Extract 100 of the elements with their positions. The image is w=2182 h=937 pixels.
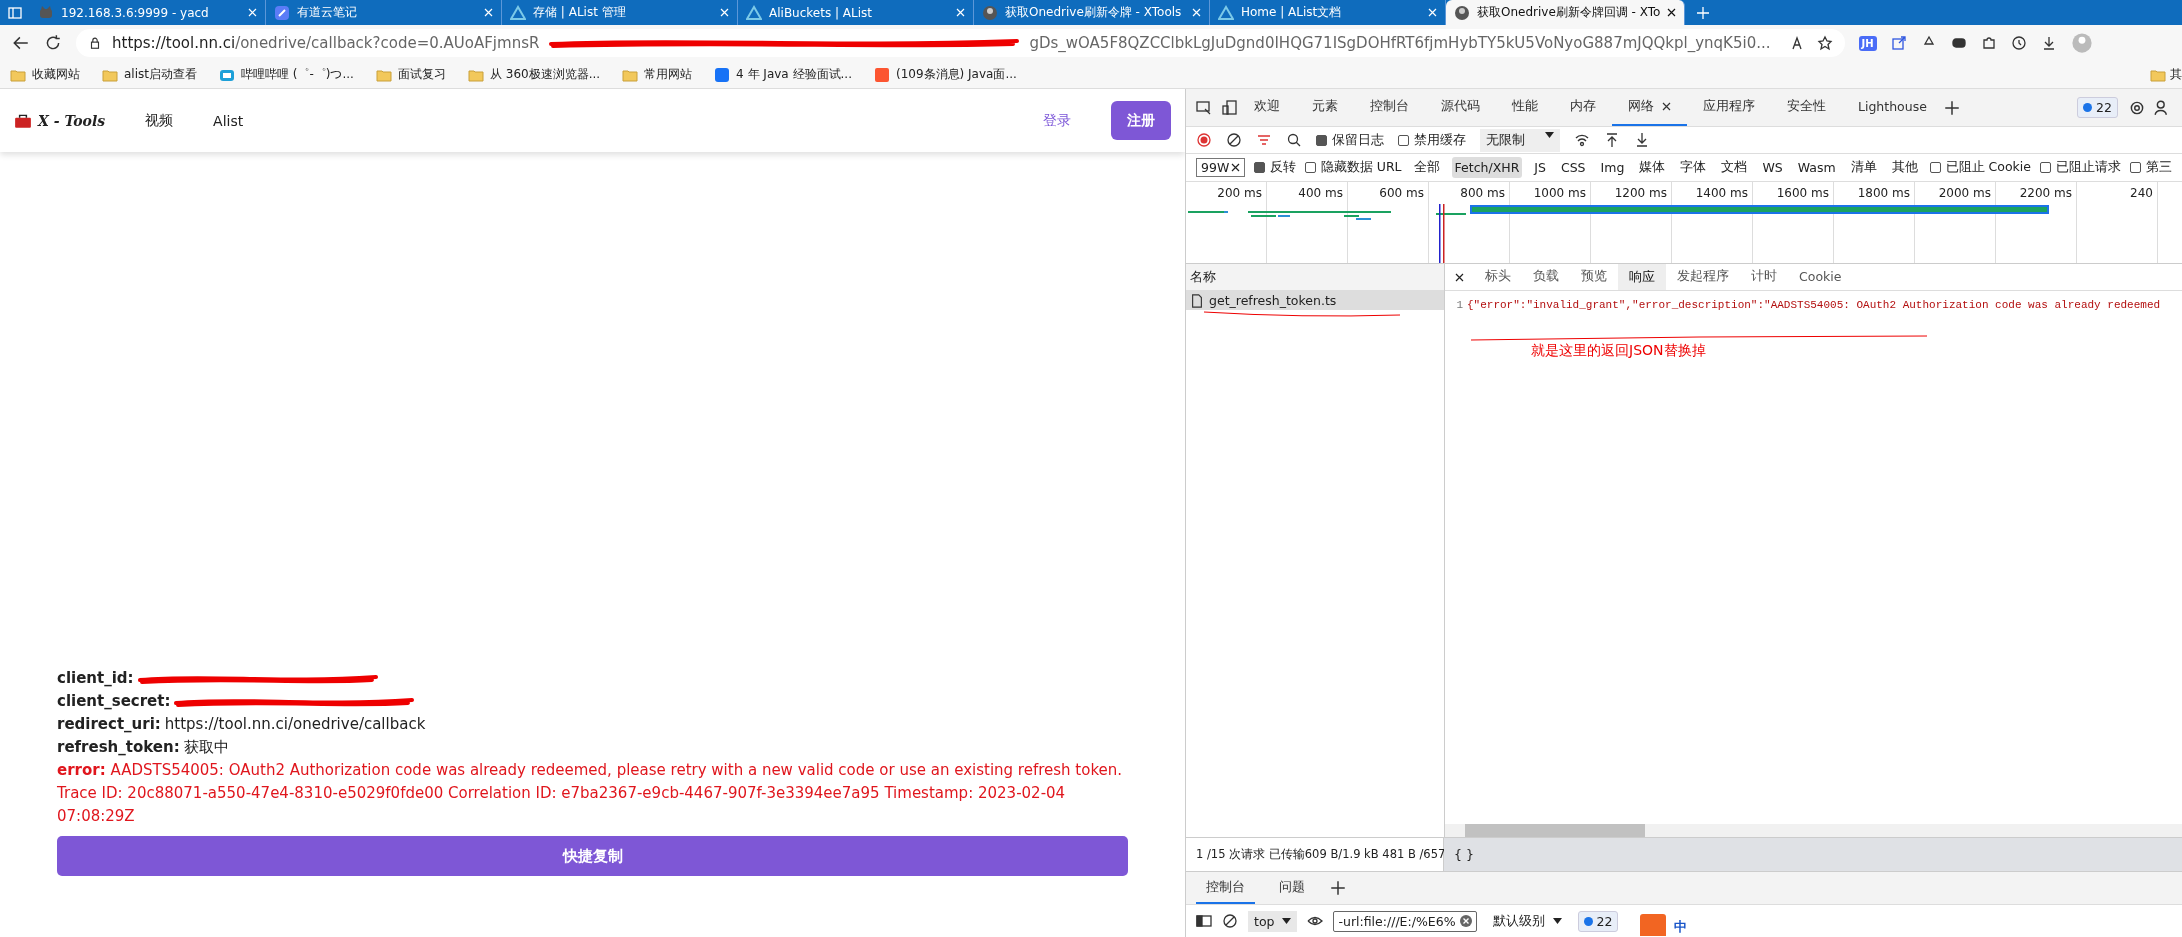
devtools-tab[interactable]: 欢迎 — [1238, 89, 1296, 126]
address-field[interactable]: https://tool.nn.ci/onedrive/callback?code=0.AUoAFjmnsR gDs_wOA5F8QZCClbkLgJuDgnd0IHQG71ISgDOHfRT6fjmHybTY5kU5VoNyoG887mJQQkpl_ynqK5i0... — [76, 29, 1845, 57]
throttle-dropdown[interactable]: 无限制 — [1480, 128, 1560, 152]
avatar-icon — [1454, 4, 1470, 21]
checkbox[interactable]: 第三 — [2130, 159, 2172, 176]
checkbox[interactable]: 已阻止请求 — [2040, 159, 2121, 176]
type-filter[interactable]: 其他 — [1888, 156, 1921, 179]
devtools-tab[interactable]: 应用程序 — [1687, 89, 1771, 126]
bookmark[interactable]: 其 — [2150, 66, 2182, 83]
copy-button[interactable]: 快捷复制 — [57, 836, 1128, 876]
checkbox[interactable]: 隐藏数据 URL — [1304, 159, 1402, 176]
bookmark[interactable]: 面试复习 — [375, 66, 446, 83]
clear-icon[interactable] — [1459, 915, 1472, 927]
logo[interactable]: X - Tools — [14, 111, 106, 130]
type-filter[interactable]: 清单 — [1847, 156, 1880, 179]
scrollbar[interactable] — [1465, 824, 1645, 837]
bookmark[interactable]: 4 年 Java 经验面试... — [714, 66, 852, 83]
type-filter[interactable]: JS — [1531, 157, 1549, 178]
inspect-icon[interactable] — [1196, 99, 1212, 116]
bookmark[interactable]: alist启动查看 — [102, 66, 197, 83]
register-button[interactable]: 注册 — [1111, 101, 1171, 140]
sidebar-icon[interactable] — [1196, 913, 1212, 929]
close-icon[interactable] — [1662, 102, 1671, 111]
devtools-tab[interactable]: 安全性 — [1771, 89, 1842, 126]
wifi-settings-icon[interactable] — [1574, 132, 1590, 148]
device-icon[interactable] — [1222, 99, 1238, 116]
issues-badge[interactable]: 22 — [2077, 97, 2118, 118]
detail-tab[interactable]: 计时 — [1740, 264, 1788, 290]
devtools-tab[interactable]: Lighthouse — [1842, 89, 1943, 126]
refresh-icon[interactable] — [44, 34, 62, 52]
pretty-print-button[interactable]: { } — [1454, 847, 1474, 862]
checkbox[interactable]: 保留日志 — [1316, 131, 1384, 149]
type-filter[interactable]: Img — [1597, 157, 1628, 178]
bookmark[interactable]: 收藏网站 — [10, 66, 80, 83]
type-filter[interactable]: 全部 — [1410, 156, 1443, 179]
close-icon[interactable] — [1455, 272, 1464, 282]
annotation-text: 就是这里的返回JSON替换掉 — [1531, 342, 1706, 360]
devtools-tab[interactable]: 源代码 — [1425, 89, 1496, 126]
search-icon[interactable] — [1286, 132, 1302, 148]
context-dropdown[interactable]: top — [1248, 910, 1298, 932]
checkbox[interactable]: 已阻止 Cookie — [1929, 159, 2031, 176]
checkbox[interactable]: 禁用缓存 — [1398, 131, 1466, 149]
detail-tab[interactable]: 标头 — [1474, 264, 1522, 290]
level-dropdown[interactable]: 默认级别 — [1486, 909, 1568, 933]
devtools-tab[interactable]: 元素 — [1296, 89, 1354, 126]
console-filter-field[interactable]: -url:file:///E:/%E6% — [1333, 910, 1477, 932]
tick-label: 1600 ms — [1776, 186, 1829, 200]
drawer-tab[interactable]: 控制台 — [1196, 872, 1255, 904]
field-label: client_id: — [57, 668, 134, 689]
clear-icon[interactable] — [1222, 913, 1238, 929]
detail-tab[interactable]: Cookie — [1788, 264, 1853, 290]
back-icon[interactable] — [12, 34, 30, 52]
type-filter[interactable]: 字体 — [1677, 156, 1710, 179]
detail-tab[interactable]: 负载 — [1522, 264, 1570, 290]
bookmark[interactable]: 哔哩哔哩 (゜-゜)つ... — [219, 66, 354, 83]
close-icon[interactable] — [1230, 163, 1240, 172]
bookmark[interactable]: (109条消息) Java面... — [874, 66, 1017, 83]
checkbox[interactable]: 反转 — [1253, 159, 1296, 176]
favorite-icon[interactable] — [1816, 35, 1833, 51]
type-filter[interactable]: Wasm — [1794, 157, 1839, 178]
download-icon[interactable] — [1634, 132, 1650, 148]
devtools-tab[interactable]: 网络 — [1612, 89, 1687, 126]
issues-badge[interactable]: 22 — [1577, 910, 1619, 932]
plus-icon[interactable] — [1942, 98, 1961, 117]
type-filter[interactable]: CSS — [1557, 157, 1589, 178]
type-filter[interactable]: Fetch/XHR — [1451, 157, 1523, 178]
puzzle-icon[interactable] — [1980, 35, 1997, 51]
filter-icon[interactable] — [1256, 132, 1272, 148]
type-filter[interactable]: 媒体 — [1636, 156, 1669, 179]
tick-label: 2200 ms — [2019, 186, 2072, 200]
tick-label: 600 ms — [1379, 186, 1424, 200]
nav-link[interactable]: 视频 — [145, 111, 174, 130]
bookmark[interactable]: 从 360极速浏览器... — [467, 66, 601, 83]
upload-icon[interactable] — [1604, 132, 1620, 148]
detail-tab[interactable]: 响应 — [1618, 264, 1666, 290]
devtools-tab[interactable]: 控制台 — [1354, 89, 1425, 126]
extension-button[interactable]: JH — [1858, 35, 1877, 51]
plus-icon[interactable] — [1329, 879, 1347, 897]
ime-indicator[interactable]: 中 — [1674, 918, 1687, 936]
caret-icon — [1282, 918, 1292, 924]
square-icon — [714, 66, 731, 83]
devtools-tab[interactable]: 内存 — [1554, 89, 1612, 126]
filter-field[interactable]: 99W — [1196, 158, 1245, 177]
nav-link[interactable]: Alist — [213, 112, 244, 129]
bookmark[interactable]: 常用网站 — [622, 66, 693, 83]
clear-icon[interactable] — [1226, 132, 1242, 148]
tab-actions-icon[interactable] — [7, 4, 23, 21]
history-icon[interactable] — [2010, 35, 2027, 51]
request-row[interactable]: get_refresh_token.ts — [1186, 291, 1444, 310]
type-filter[interactable]: 文档 — [1718, 156, 1751, 179]
devtools-tab[interactable]: 性能 — [1496, 89, 1554, 126]
record-icon[interactable] — [1196, 132, 1212, 148]
detail-tab[interactable]: 发起程序 — [1666, 264, 1740, 290]
browser-tab[interactable]: 获取Onedrive刷新令牌回调 - XTo — [1446, 0, 1686, 25]
close-icon[interactable] — [1667, 8, 1677, 17]
type-filter[interactable]: WS — [1759, 157, 1786, 178]
detail-tab[interactable]: 预览 — [1570, 264, 1618, 290]
drawer-tab[interactable]: 问题 — [1269, 872, 1315, 904]
share-icon[interactable] — [1890, 35, 1907, 51]
login-link[interactable]: 登录 — [1043, 111, 1071, 130]
